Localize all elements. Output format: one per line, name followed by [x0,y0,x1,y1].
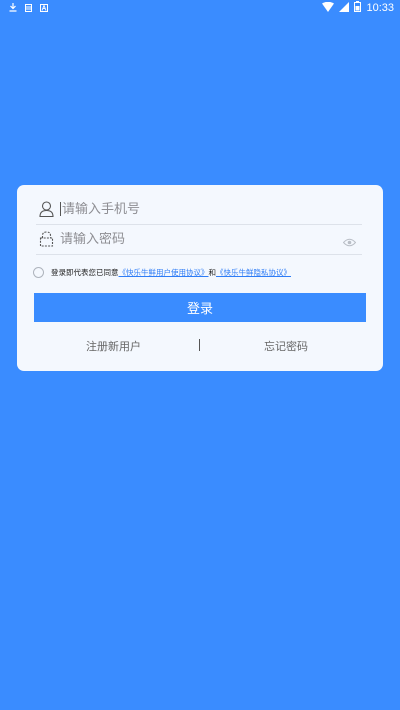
phone-input[interactable] [62,201,322,217]
storage-icon [25,3,32,15]
login-button[interactable]: 登录 [34,293,366,322]
user-agreement-link[interactable]: 《快乐牛鲜用户使用协议》 [119,267,209,278]
status-left-icons [9,3,48,15]
agreement-row: 登录即代表您已同意 《快乐牛鲜用户使用协议》 和 《快乐牛鲜隐私协议》 [33,267,291,278]
status-right-icons: 10:33 [322,1,394,15]
a-box-icon [40,3,48,15]
bottom-links: 注册新用户 忘记密码 [17,338,383,354]
battery-icon [354,1,362,15]
forgot-password-link[interactable]: 忘记密码 [264,338,308,354]
eye-icon[interactable] [342,232,357,251]
text-cursor [60,202,61,216]
register-link[interactable]: 注册新用户 [86,338,141,354]
agreement-and: 和 [208,268,217,277]
agreement-checkbox[interactable] [33,267,44,278]
download-icon [9,3,17,15]
status-bar: 10:33 [0,0,400,16]
password-input[interactable] [60,231,320,247]
links-divider [199,339,200,351]
phone-field [36,194,362,225]
agreement-prefix: 登录即代表您已同意 [51,268,119,277]
privacy-agreement-link[interactable]: 《快乐牛鲜隐私协议》 [216,267,291,278]
user-icon [38,201,54,217]
login-card: 登录即代表您已同意 《快乐牛鲜用户使用协议》 和 《快乐牛鲜隐私协议》 登录 注… [17,185,383,371]
signal-icon [339,1,350,15]
wifi-icon [322,1,335,15]
password-field [36,224,362,255]
status-time: 10:33 [366,2,394,14]
lock-icon [38,231,54,247]
